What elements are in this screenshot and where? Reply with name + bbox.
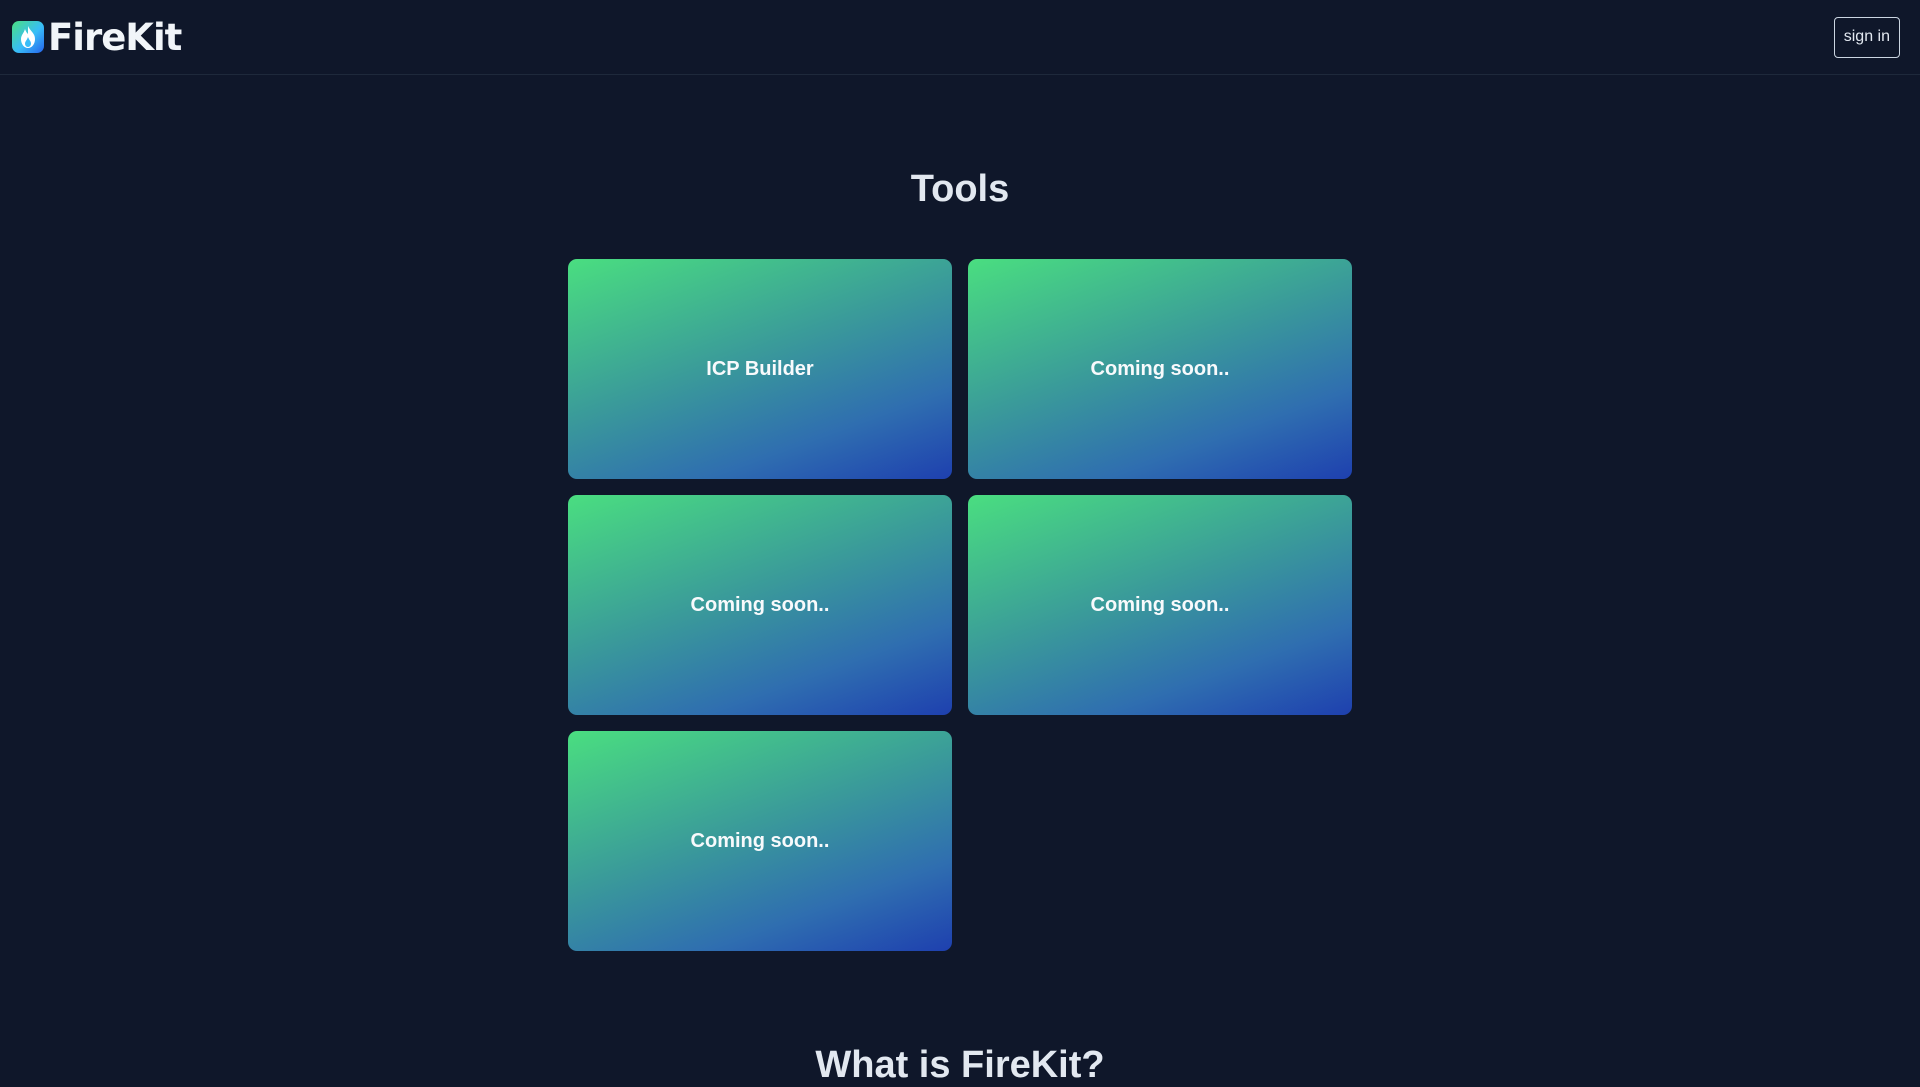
- tool-card-coming-soon[interactable]: Coming soon..: [968, 259, 1352, 479]
- brand-link[interactable]: FireKit: [12, 15, 182, 59]
- what-is-heading: What is FireKit?: [815, 1044, 1105, 1086]
- flame-icon: [12, 21, 44, 53]
- tool-card-label: Coming soon..: [1090, 593, 1230, 616]
- tool-card-label: Coming soon..: [690, 593, 830, 616]
- tools-heading: Tools: [910, 168, 1010, 210]
- tool-card-coming-soon[interactable]: Coming soon..: [968, 495, 1352, 715]
- tool-card-label: Coming soon..: [1090, 357, 1230, 380]
- tool-card-coming-soon[interactable]: Coming soon..: [568, 495, 952, 715]
- tools-grid: ICP Builder Coming soon.. Coming soon.. …: [568, 259, 1352, 951]
- top-nav: FireKit sign in: [0, 0, 1920, 75]
- brand-name: FireKit: [48, 15, 182, 59]
- tool-card-label: Coming soon..: [690, 829, 830, 852]
- sign-in-button[interactable]: sign in: [1833, 16, 1900, 58]
- tool-card-coming-soon[interactable]: Coming soon..: [568, 731, 952, 951]
- tool-card-icp-builder[interactable]: ICP Builder: [568, 259, 952, 479]
- tool-card-label: ICP Builder: [706, 357, 814, 380]
